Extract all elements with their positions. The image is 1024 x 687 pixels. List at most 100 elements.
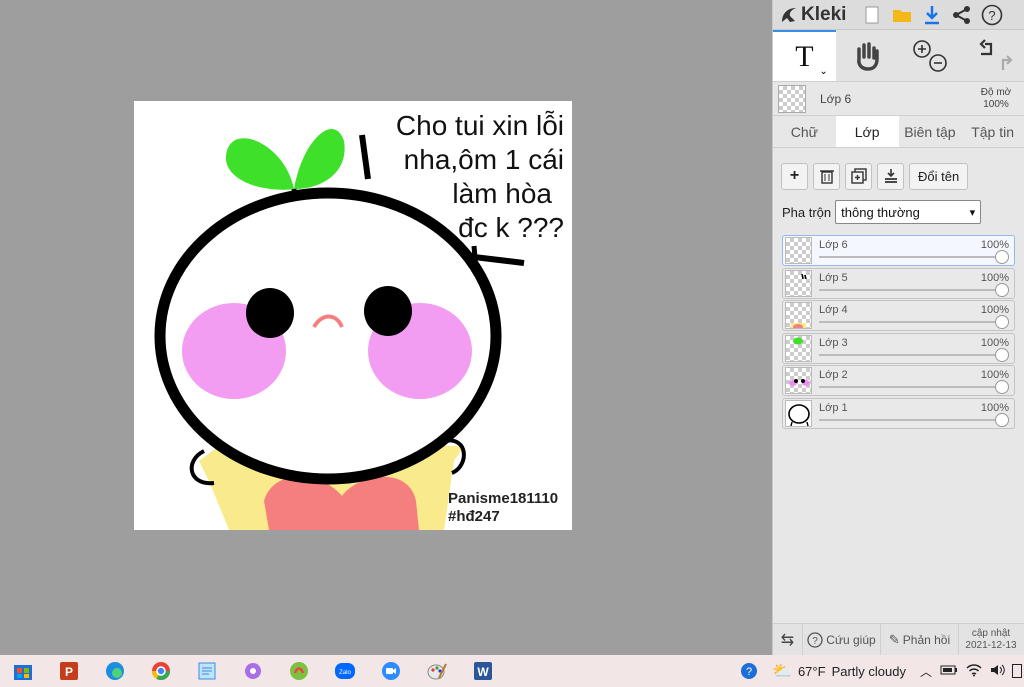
help-icon[interactable]: ? [977, 1, 1007, 29]
svg-text:W: W [477, 665, 489, 679]
edge-icon[interactable] [92, 655, 138, 687]
trash-icon [819, 170, 834, 184]
share-icon[interactable] [947, 1, 977, 29]
new-image-icon[interactable] [857, 1, 887, 29]
bubble-stroke-left [359, 134, 371, 180]
opacity-slider-track[interactable] [819, 353, 1002, 356]
opacity-slider-track[interactable] [819, 288, 1002, 291]
opacity-slider-knob[interactable] [995, 250, 1009, 264]
zoom-icons[interactable] [908, 36, 952, 76]
opacity-slider-knob[interactable] [995, 380, 1009, 394]
swap-side-button[interactable]: ⇆ [773, 624, 803, 655]
opacity-slider-knob[interactable] [995, 347, 1009, 362]
add-layer-button[interactable]: + [781, 162, 808, 190]
svg-text:?: ? [813, 636, 819, 647]
opacity-slider-track[interactable] [819, 386, 1002, 388]
undo-redo-icons[interactable] [969, 36, 1017, 76]
volume-icon[interactable] [990, 663, 1006, 680]
layer-item[interactable]: Lớp 6 100% [782, 235, 1015, 266]
chevron-down-icon[interactable]: ⌄ [819, 66, 827, 77]
blend-mode-label: Pha trộn [782, 204, 832, 220]
delete-layer-button[interactable] [813, 162, 840, 190]
opacity-slider-knob[interactable] [995, 315, 1009, 329]
battery-icon[interactable] [940, 664, 958, 679]
layer-opacity: 100% [980, 369, 1009, 381]
blend-mode-value: thông thường [841, 204, 920, 220]
powerpoint-icon[interactable]: P [46, 655, 92, 687]
merge-down-button[interactable] [877, 162, 904, 190]
layer-item[interactable]: Lớp 4 100% [782, 300, 1015, 331]
duplicate-icon [850, 168, 867, 184]
opacity-slider-knob[interactable] [995, 412, 1009, 427]
opacity-slider-track[interactable] [819, 321, 1002, 323]
paint-icon[interactable] [414, 655, 460, 687]
side-panel: Kleki ? T ⌄ Lớp 6 Độ mờ 100% Chữ Lớp Biê… [772, 0, 1024, 655]
layer-thumb [785, 269, 812, 297]
kleki-logo[interactable]: Kleki [779, 4, 857, 26]
chevron-up-icon[interactable]: ︿ [920, 663, 932, 680]
blend-mode-select[interactable]: thông thường ▾ [835, 200, 982, 224]
layer-opacity: 100% [980, 304, 1009, 316]
zoom-icon[interactable] [368, 655, 414, 687]
rename-layer-button[interactable]: Đổi tên [909, 162, 969, 190]
wifi-icon[interactable] [966, 663, 982, 680]
partly-cloudy-icon: ⛅ [772, 663, 792, 680]
layer-opacity: 100% [980, 401, 1009, 414]
opacity-readout: Độ mờ 100% [973, 87, 1019, 111]
svg-text:?: ? [988, 8, 995, 23]
update-info[interactable]: cập nhật 2021-12-13 [959, 624, 1023, 655]
tab-text[interactable]: Chữ [773, 116, 836, 147]
layer-thumb [785, 399, 812, 427]
blend-mode-row: Pha trộn thông thường ▾ [773, 198, 1024, 226]
chrome-icon[interactable] [138, 655, 184, 687]
layer-thumb [785, 302, 812, 329]
download-icon[interactable] [917, 1, 947, 29]
speech-text: Cho tui xin lỗi nha,ôm 1 cái làm hòa đc … [370, 109, 564, 245]
duplicate-layer-button[interactable] [845, 162, 872, 190]
opacity-slider-knob[interactable] [995, 282, 1009, 297]
layer-name: Lớp 4 [819, 304, 848, 316]
weather-widget[interactable]: ⛅ 67°F Partly cloudy [772, 661, 906, 681]
opacity-slider-track[interactable] [819, 418, 1002, 421]
layer-opacity: 100% [980, 239, 1009, 251]
layer-item[interactable]: Lớp 5 100% [782, 267, 1015, 299]
speech-line: đc k ??? [458, 212, 564, 243]
help-tray-icon[interactable]: ? [726, 661, 772, 681]
drawing-canvas[interactable]: Cho tui xin lỗi nha,ôm 1 cái làm hòa đc … [134, 101, 572, 530]
layer-opacity: 100% [980, 271, 1009, 284]
opacity-slider-track[interactable] [819, 256, 1002, 258]
zalo-icon[interactable]: Zalo [322, 655, 368, 687]
layer-item[interactable]: Lớp 1 100% [782, 397, 1015, 429]
opacity-value: 100% [983, 98, 1009, 110]
svg-text:Zalo: Zalo [339, 670, 351, 676]
opacity-label: Độ mờ [980, 86, 1012, 98]
kleki-app-icon[interactable] [276, 655, 322, 687]
layer-name: Lớp 2 [819, 369, 848, 381]
feedback-button[interactable]: ✎ Phản hồi [881, 624, 959, 655]
word-icon[interactable]: W [460, 655, 506, 687]
open-folder-icon[interactable] [887, 1, 917, 29]
layer-item[interactable]: Lớp 3 100% [782, 332, 1015, 364]
right-leaf [294, 128, 345, 189]
hand-tool[interactable] [836, 30, 899, 81]
tab-layers[interactable]: Lớp [835, 116, 899, 147]
tab-edit[interactable]: Biên tập [899, 116, 962, 147]
weather-temp: 67°F [797, 663, 826, 679]
help-button[interactable]: ? Cứu giúp [803, 624, 881, 655]
svg-text:?: ? [746, 666, 752, 678]
kleki-logo-icon [782, 7, 796, 22]
canvas-workspace[interactable]: Cho tui xin lỗi nha,ôm 1 cái làm hòa đc … [0, 0, 772, 655]
update-label: cập nhật [971, 627, 1011, 639]
merge-down-icon [884, 169, 897, 183]
windows-store-icon[interactable] [0, 655, 46, 687]
text-tool[interactable]: T ⌄ [773, 30, 836, 81]
notepad-icon[interactable] [184, 655, 230, 687]
panel-bottom-bar: ⇆ ? Cứu giúp ✎ Phản hồi cập nhật 2021-12… [773, 623, 1024, 655]
language-icon[interactable] [1012, 664, 1022, 678]
taskbar: P Zalo W ? ⛅ 67°F Partly cloudy ︿ [0, 655, 1024, 687]
layer-name: Lớp 1 [819, 401, 848, 414]
flower-app-icon[interactable] [230, 655, 276, 687]
tab-file[interactable]: Tập tin [961, 116, 1024, 147]
layer-list: Lớp 6 100% Lớp 5 100% Lớp 4 100% Lớp 3 1… [773, 235, 1024, 429]
layer-item[interactable]: Lớp 2 100% [782, 365, 1015, 396]
